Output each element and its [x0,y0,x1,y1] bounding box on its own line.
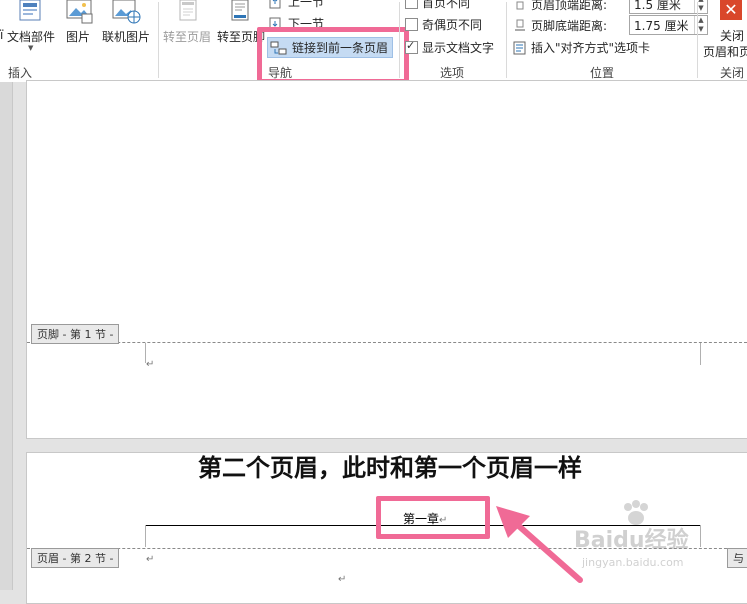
picture-button[interactable]: 图片 [62,0,96,60]
vertical-ruler [0,82,13,590]
footer-boundary-line [27,342,747,343]
online-picture-label: 联机图片 [102,30,151,44]
footer-bottom-distance-label: 页脚底端距离: [531,18,608,33]
document-parts-icon [19,0,41,21]
right-margin-marker [700,525,701,547]
goto-footer-icon [231,0,249,21]
header-section-2-tag: 页眉 - 第 2 节 - [31,548,120,568]
previous-section-button[interactable]: 上一节 [268,0,324,10]
close-label-line2: 页眉和页脚 [703,45,747,59]
link-to-previous-label: 链接到前一条页眉 [292,41,389,55]
document-parts-button[interactable]: 文档部件 ▼ [0,0,58,60]
same-as-previous-tag: 与 [727,548,747,568]
goto-header-button[interactable]: 转至页眉 [162,0,214,60]
different-odd-even-option[interactable]: 奇偶页不同 [405,16,482,33]
insert-group-label: 插入 [8,66,33,80]
ribbon: 文档部件 ▼ ï 图片 联机图片 插入 转至页眉 转至页脚 上一节 下一节 链接… [0,0,747,84]
paragraph-mark: ↵ [146,359,155,370]
different-first-page-checkbox[interactable] [405,0,418,9]
picture-icon [66,0,93,24]
different-odd-even-label: 奇偶页不同 [422,18,483,32]
link-to-previous-icon [270,41,287,54]
navigation-group-label: 导航 [268,66,293,80]
goto-footer-button[interactable]: 转至页脚 [216,0,265,60]
header-top-distance-value[interactable]: 1.5 厘米 [630,0,694,13]
show-document-text-checkbox[interactable] [405,39,418,54]
previous-section-label: 上一节 [288,0,325,9]
footer-bottom-distance-icon [515,19,525,31]
different-first-page-option[interactable]: 首页不同 [405,0,470,11]
document-parts-label: 文档部件 [7,30,56,44]
dropdown-arrow-icon: ▼ [28,44,34,52]
group-separator [158,2,159,78]
insert-alignment-tab-label: 插入"对齐方式"选项卡 [531,41,651,55]
watermark-url: jingyan.baidu.com [582,556,684,569]
group-separator [697,2,698,78]
paragraph-mark: ↵ [338,574,347,585]
show-document-text-label: 显示文档文字 [422,41,495,55]
online-picture-button[interactable]: 联机图片 [100,0,154,60]
header-top-distance-icon [516,1,524,10]
picture-label: 图片 [66,30,91,44]
insert-alignment-tab-button[interactable]: 插入"对齐方式"选项卡 [513,39,650,56]
alignment-tab-icon [513,41,526,54]
header-top-distance-label: 页眉顶端距离: [531,0,608,12]
paragraph-mark: ↵ [146,554,155,565]
show-document-text-option[interactable]: 显示文档文字 [405,39,494,56]
header-text-highlight-box [376,496,490,539]
group-separator [399,2,400,78]
page-1 [26,80,747,439]
different-odd-even-checkbox[interactable] [405,18,418,31]
goto-header-label: 转至页眉 [163,30,212,44]
footer-section-1-tag: 页脚 - 第 1 节 - [31,324,120,344]
previous-section-icon [269,0,281,8]
watermark-brand: Baidu经验 [574,528,689,553]
right-margin-marker [700,343,701,365]
header-top-distance-row: 页眉顶端距离: 1.5 厘米 ▲▼ [513,0,708,14]
annotation-heading: 第二个页眉，此时和第一个页眉一样 [198,454,582,482]
link-to-previous-button[interactable]: 链接到前一条页眉 [267,37,394,58]
position-group-label: 位置 [590,66,615,80]
footer-bottom-distance-value[interactable]: 1.75 厘米 [630,17,694,34]
different-first-page-label: 首页不同 [422,0,471,10]
footer-bottom-distance-row: 页脚底端距离: 1.75 厘米 ▲ ▼ [513,15,708,35]
online-picture-icon [112,0,141,24]
group-separator [506,2,507,78]
close-icon: ✕ [720,0,742,20]
close-label-line1: 关闭 [720,29,745,43]
options-group-label: 选项 [440,66,465,80]
document-area: 页脚 - 第 1 节 - ↵ 第二个页眉，此时和第一个页眉一样 页眉 - 第 2… [0,80,747,604]
left-margin-marker [145,525,146,547]
close-group-label: 关闭 [720,66,745,80]
truncated-glyph: ï [0,28,4,42]
goto-header-icon [179,0,197,21]
close-header-footer-button[interactable]: ✕ 关闭 页眉和页脚 [700,0,747,60]
